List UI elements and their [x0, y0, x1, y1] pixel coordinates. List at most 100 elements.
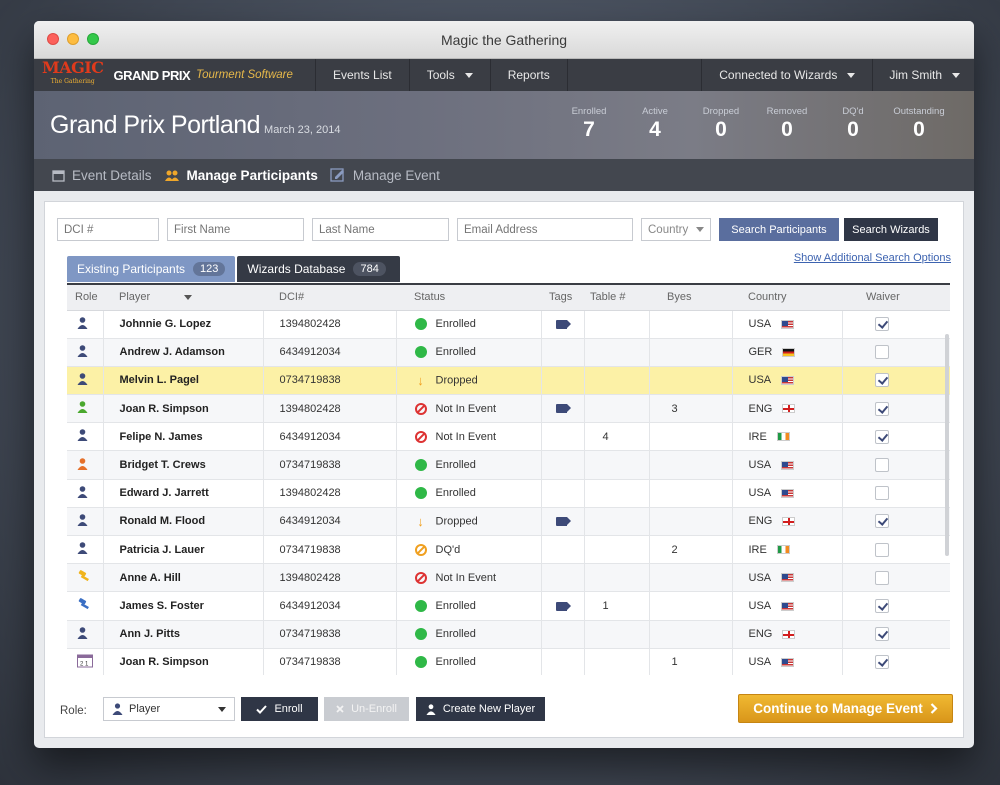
last-name-input[interactable]	[312, 218, 449, 241]
svg-text:2 1: 2 1	[80, 661, 89, 667]
stat-dropped: Dropped 0	[702, 106, 740, 141]
waiver-checkbox[interactable]	[874, 655, 889, 670]
enroll-button[interactable]: Enroll	[241, 697, 318, 721]
unenroll-button[interactable]: Un-Enroll	[324, 697, 409, 721]
country-select[interactable]: Country	[641, 218, 711, 241]
waiver-checkbox[interactable]	[874, 598, 889, 613]
tags-cell[interactable]	[541, 394, 585, 424]
table-row[interactable]: Andrew J. Adamson 6434912034 Enrolled GER	[67, 338, 950, 367]
stat-enrolled: Enrolled 7	[571, 106, 607, 141]
col-status[interactable]: Status	[396, 285, 541, 311]
tab-manage-participants[interactable]: Manage Participants	[164, 168, 318, 183]
col-role[interactable]: Role	[67, 285, 103, 311]
nav-reports[interactable]: Reports	[491, 59, 568, 91]
waiver-checkbox[interactable]	[874, 542, 889, 557]
data-tabs: Existing Participants 123 Wizards Databas…	[67, 256, 400, 282]
search-participants-button[interactable]: Search Participants	[719, 218, 839, 241]
people-icon	[164, 170, 179, 181]
waiver-checkbox[interactable]	[874, 345, 889, 360]
dci-input[interactable]	[57, 218, 159, 241]
dci-cell: 0734719838	[263, 450, 397, 480]
table-row[interactable]: Anne A. Hill 1394802428 Not In Event USA	[67, 563, 950, 593]
user-menu[interactable]: Jim Smith	[872, 59, 974, 91]
table-row[interactable]: 2 1 Joan R. Simpson 0734719838 Enrolled 1 USA	[67, 648, 950, 675]
table-row[interactable]: James S. Foster 6434912034 Enrolled 1 USA	[67, 591, 950, 621]
col-tags[interactable]: Tags	[541, 285, 584, 311]
country-cell: ENG	[732, 620, 843, 649]
col-dci[interactable]: DCI#	[263, 285, 396, 311]
table-row[interactable]: Edward J. Jarrett 1394802428 Enrolled USA	[67, 479, 950, 508]
nav-events-list[interactable]: Events List	[316, 59, 410, 91]
table-row[interactable]: Bridget T. Crews 0734719838 Enrolled USA	[67, 450, 950, 480]
table-row[interactable]: Ann J. Pitts 0734719838 Enrolled ENG	[67, 620, 950, 649]
tab-manage-event[interactable]: Manage Event	[330, 168, 440, 183]
table-row[interactable]: Ronald M. Flood 6434912034 ↓ Dropped ENG	[67, 507, 950, 537]
status-cell: DQ'd	[396, 535, 542, 565]
advanced-search-link[interactable]: Show Additional Search Options	[794, 252, 951, 264]
tags-cell[interactable]	[541, 648, 585, 675]
tab-event-details[interactable]: Event Details	[52, 168, 152, 183]
tags-cell[interactable]	[541, 366, 585, 396]
role-icon	[77, 457, 88, 473]
table-row[interactable]: Johnnie G. Lopez 1394802428 Enrolled USA	[67, 310, 950, 339]
search-wizards-button[interactable]: Search Wizards	[844, 218, 938, 241]
col-waiver[interactable]: Waiver	[842, 285, 950, 311]
table-row[interactable]: Patricia J. Lauer 0734719838 DQ'd 2 IRE	[67, 535, 950, 565]
table-scrollbar[interactable]	[945, 334, 949, 556]
connection-menu[interactable]: Connected to Wizards	[701, 59, 872, 91]
tab-wizards-database[interactable]: Wizards Database 784	[237, 256, 400, 282]
table-row[interactable]: Melvin L. Pagel 0734719838 ↓ Dropped USA	[67, 366, 950, 396]
waiver-checkbox[interactable]	[874, 627, 889, 642]
tags-cell[interactable]	[541, 620, 585, 649]
status-cell: Enrolled	[396, 338, 542, 367]
tags-cell[interactable]	[541, 479, 585, 508]
tab-existing-participants[interactable]: Existing Participants 123	[67, 256, 236, 282]
waiver-cell	[842, 422, 950, 452]
nav-tools[interactable]: Tools	[410, 59, 491, 91]
continue-button[interactable]: Continue to Manage Event	[738, 694, 953, 723]
table-number-cell	[584, 450, 650, 480]
col-country[interactable]: Country	[732, 285, 842, 311]
waiver-checkbox[interactable]	[874, 514, 889, 529]
table-row[interactable]: Felipe N. James 6434912034 Not In Event 4 IR…	[67, 422, 950, 452]
waiver-checkbox[interactable]	[874, 570, 889, 585]
country-cell: USA	[732, 479, 843, 508]
tags-cell[interactable]	[541, 535, 585, 565]
count-badge: 784	[353, 262, 386, 276]
tags-cell[interactable]	[541, 563, 585, 593]
col-table[interactable]: Table #	[584, 285, 649, 311]
waiver-checkbox[interactable]	[874, 429, 889, 444]
col-player[interactable]: Player	[103, 285, 263, 311]
byes-cell	[649, 507, 733, 537]
first-name-input[interactable]	[167, 218, 304, 241]
table-row[interactable]: Joan R. Simpson 1394802428 Not In Event 3 EN…	[67, 394, 950, 424]
player-name: Bridget T. Crews	[103, 450, 264, 480]
create-new-player-button[interactable]: Create New Player	[416, 697, 545, 721]
tags-cell[interactable]	[541, 338, 585, 367]
role-icon	[77, 316, 88, 332]
title-bar: Magic the Gathering	[34, 21, 974, 59]
tags-cell[interactable]	[541, 450, 585, 480]
tags-cell[interactable]	[541, 507, 585, 537]
waiver-checkbox[interactable]	[874, 401, 889, 416]
country-cell: IRE	[732, 422, 843, 452]
col-byes[interactable]: Byes	[649, 285, 732, 311]
table-number-cell: 1	[584, 591, 650, 621]
waiver-checkbox[interactable]	[874, 486, 889, 501]
dci-cell: 0734719838	[263, 535, 397, 565]
tags-cell[interactable]	[541, 422, 585, 452]
table-number-cell	[584, 479, 650, 508]
tags-cell[interactable]	[541, 591, 585, 621]
chevron-right-icon	[930, 703, 938, 714]
waiver-checkbox[interactable]	[874, 458, 889, 473]
waiver-cell	[842, 563, 950, 593]
email-input[interactable]	[457, 218, 633, 241]
waiver-checkbox[interactable]	[874, 317, 889, 332]
role-select[interactable]: Player	[103, 697, 235, 721]
brand[interactable]: MAGIC The Gathering GRAND PRIX Tourment S…	[34, 59, 316, 91]
role-cell: 2 1	[67, 648, 104, 675]
waiver-checkbox[interactable]	[874, 373, 889, 388]
table-header: Role Player DCI# Status Tags Table # Bye…	[67, 285, 950, 311]
tags-cell[interactable]	[541, 310, 585, 339]
flag-icon	[782, 404, 796, 414]
